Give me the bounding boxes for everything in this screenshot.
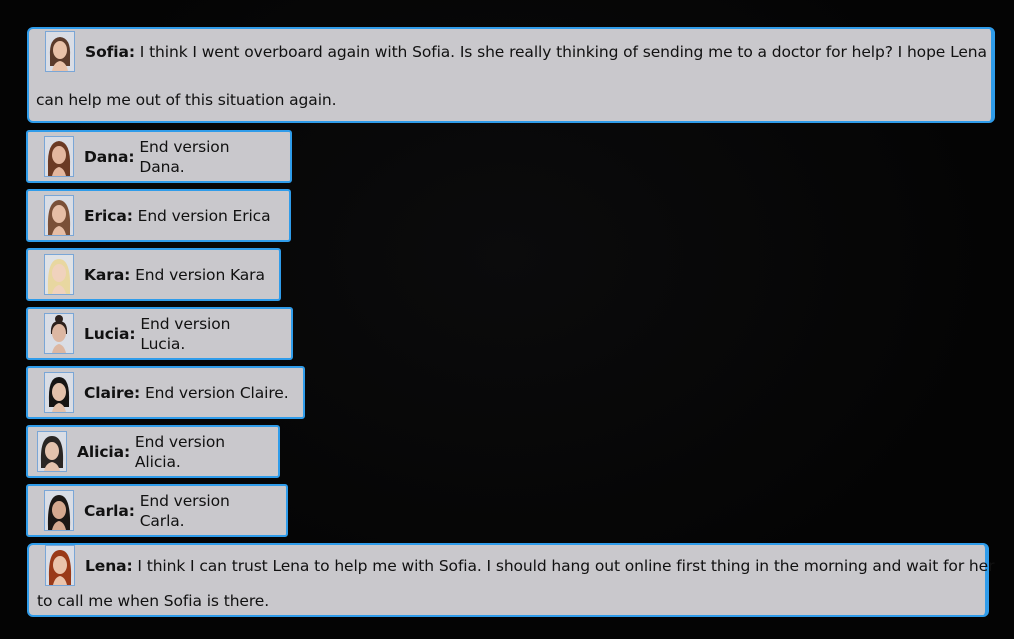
speaker-name: Kara: bbox=[84, 265, 131, 284]
speaker-name: Carla: bbox=[84, 501, 135, 520]
portrait-image bbox=[46, 32, 74, 71]
message-text: End version Kara bbox=[135, 265, 265, 284]
dana-avatar-icon bbox=[44, 136, 74, 177]
speaker-name: Erica: bbox=[84, 206, 133, 225]
game-background: Sofia: I think I went overboard again wi… bbox=[0, 0, 1014, 639]
portrait-image bbox=[45, 491, 73, 530]
speaker-name: Lucia: bbox=[84, 324, 136, 343]
portrait-image bbox=[38, 432, 66, 471]
message-line: Sofia: I think I went overboard again wi… bbox=[45, 31, 987, 72]
message-text-continued: to call me when Sofia is there. bbox=[37, 592, 270, 610]
portrait-image bbox=[45, 314, 73, 353]
message-lena[interactable]: Lena: I think I can trust Lena to help m… bbox=[27, 543, 994, 617]
message-text: I think I can trust Lena to help me with… bbox=[137, 556, 995, 575]
portrait-image bbox=[45, 373, 73, 412]
carla-avatar-icon bbox=[44, 490, 74, 531]
speaker-name: Lena: bbox=[85, 556, 133, 575]
alicia-avatar-icon bbox=[37, 431, 67, 472]
portrait-image bbox=[46, 546, 74, 585]
portrait-image bbox=[45, 255, 73, 294]
message-text: End version Dana. bbox=[139, 137, 230, 176]
speaker-name: Claire: bbox=[84, 383, 141, 402]
message-text: End version Claire. bbox=[144, 383, 289, 402]
portrait-image bbox=[45, 137, 73, 176]
message-dana[interactable]: Dana: End version Dana. bbox=[26, 130, 292, 183]
sofia-avatar-icon bbox=[45, 31, 75, 72]
message-lucia[interactable]: Lucia: End version Lucia. bbox=[26, 307, 293, 360]
message-text-continued: can help me out of this situation again. bbox=[36, 91, 337, 109]
message-text: End version Lucia. bbox=[140, 314, 231, 353]
erica-avatar-icon bbox=[44, 195, 74, 236]
message-alicia[interactable]: Alicia: End version Alicia. bbox=[26, 425, 280, 478]
message-text: End version Alicia. bbox=[134, 432, 225, 471]
speaker-name: Alicia: bbox=[77, 442, 131, 461]
message-text: End version Carla. bbox=[139, 491, 230, 530]
speaker-name: Dana: bbox=[84, 147, 135, 166]
message-carla[interactable]: Carla: End version Carla. bbox=[26, 484, 288, 537]
lena-avatar-icon bbox=[45, 545, 75, 586]
speaker-name: Sofia: bbox=[85, 42, 135, 61]
message-kara[interactable]: Kara: End version Kara bbox=[26, 248, 281, 301]
portrait-image bbox=[45, 196, 73, 235]
message-text: End version Erica bbox=[137, 206, 271, 225]
claire-avatar-icon bbox=[44, 372, 74, 413]
message-line: Lena: I think I can trust Lena to help m… bbox=[45, 545, 994, 586]
lucia-avatar-icon bbox=[44, 313, 74, 354]
message-claire[interactable]: Claire: End version Claire. bbox=[26, 366, 305, 419]
kara-avatar-icon bbox=[44, 254, 74, 295]
message-erica[interactable]: Erica: End version Erica bbox=[26, 189, 291, 242]
message-text: I think I went overboard again with Sofi… bbox=[134, 42, 987, 61]
message-sofia[interactable]: Sofia: I think I went overboard again wi… bbox=[27, 27, 995, 123]
